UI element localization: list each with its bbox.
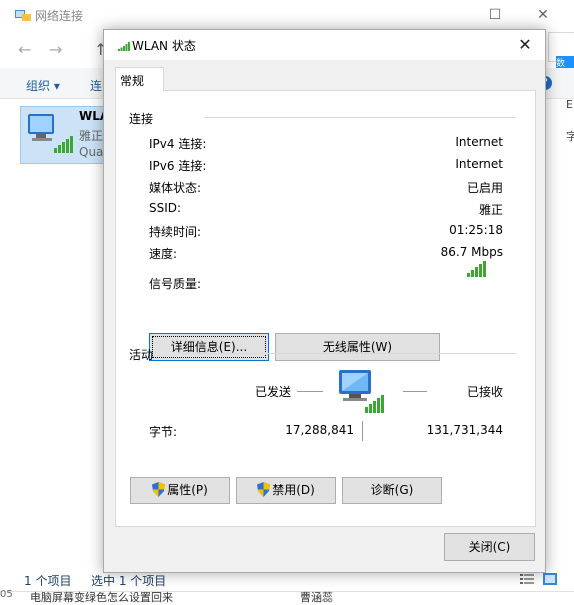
sent-label: 已发送 bbox=[255, 385, 292, 399]
signal-bar bbox=[467, 273, 470, 277]
wireless-properties-label: 无线属性(W) bbox=[322, 340, 393, 354]
signal-strength-icon bbox=[467, 261, 486, 277]
sent-line bbox=[297, 391, 323, 392]
ipv6-label: IPv6 连接: bbox=[149, 159, 207, 173]
close-icon[interactable]: ✕ bbox=[533, 6, 553, 24]
close-button-label: 关闭(C) bbox=[468, 540, 511, 554]
organize-menu[interactable]: 组织 ▾ bbox=[26, 77, 60, 94]
details-button[interactable]: 详细信息(E)... bbox=[149, 333, 269, 361]
wifi-signal-icon bbox=[118, 42, 130, 51]
signal-quality-label: 信号质量: bbox=[149, 277, 202, 291]
taskbar-number: 05 bbox=[0, 589, 13, 600]
speed-value: 86.7 Mbps bbox=[440, 245, 503, 259]
general-panel: 连接 IPv4 连接: Internet IPv6 连接: Internet 媒… bbox=[115, 90, 536, 527]
ipv4-label: IPv4 连接: bbox=[149, 137, 207, 151]
signal-bar bbox=[483, 261, 486, 277]
close-icon[interactable]: ✕ bbox=[514, 35, 536, 55]
side-text: E bbox=[566, 98, 573, 111]
ipv4-value: Internet bbox=[455, 135, 503, 149]
window-title: 网络连接 bbox=[35, 9, 84, 23]
diagnose-button-label: 诊断(G) bbox=[370, 483, 414, 497]
adapter-network: 雅正 bbox=[79, 129, 104, 143]
diagnose-button[interactable]: 诊断(G) bbox=[342, 477, 442, 504]
properties-button[interactable]: 属性(P) bbox=[130, 477, 230, 504]
ssid-label: SSID: bbox=[149, 201, 182, 215]
network-folder-icon bbox=[15, 10, 31, 21]
media-state-value: 已启用 bbox=[466, 181, 503, 195]
properties-button-label: 属性(P) bbox=[167, 483, 208, 497]
signal-bar bbox=[471, 270, 474, 277]
back-arrow-icon[interactable]: ← bbox=[18, 40, 31, 59]
connect-to-menu[interactable]: 连 bbox=[90, 77, 102, 94]
received-line bbox=[403, 391, 427, 392]
taskbar-text: 电脑屏幕变绿色怎么设置回来 bbox=[30, 591, 173, 604]
signal-bar bbox=[479, 264, 482, 277]
bytes-label: 字节: bbox=[149, 425, 178, 439]
adapter-device: Qua bbox=[79, 145, 104, 159]
side-text: 字 bbox=[566, 130, 574, 143]
speed-label: 速度: bbox=[149, 247, 178, 261]
taskbar-text: 曹涵蕊 bbox=[300, 591, 333, 604]
tab-general[interactable]: 常规 bbox=[115, 67, 164, 92]
item-count: 1 个项目 bbox=[24, 574, 72, 588]
ssid-value: 雅正 bbox=[478, 203, 503, 217]
wireless-properties-button[interactable]: 无线属性(W) bbox=[275, 333, 440, 361]
activity-section-title: 活动 bbox=[129, 348, 154, 362]
forward-arrow-icon[interactable]: → bbox=[49, 40, 62, 59]
tab-general-label: 常规 bbox=[120, 74, 145, 88]
media-state-label: 媒体状态: bbox=[149, 181, 202, 195]
dialog-title: WLAN 状态 bbox=[132, 39, 196, 53]
connection-section-title: 连接 bbox=[129, 112, 154, 126]
section-divider bbox=[180, 353, 516, 354]
close-button[interactable]: 关闭(C) bbox=[444, 533, 535, 561]
disable-button-label: 禁用(D) bbox=[272, 483, 315, 497]
received-label: 已接收 bbox=[466, 385, 503, 399]
duration-label: 持续时间: bbox=[149, 225, 202, 239]
uac-shield-icon bbox=[152, 482, 166, 497]
section-divider bbox=[204, 117, 516, 118]
bytes-divider bbox=[362, 421, 363, 441]
duration-value: 01:25:18 bbox=[449, 223, 503, 237]
ipv6-value: Internet bbox=[455, 157, 503, 171]
large-icons-view-icon[interactable] bbox=[543, 573, 557, 585]
bytes-received-value: 131,731,344 bbox=[426, 423, 503, 437]
wireless-adapter-icon bbox=[28, 114, 73, 153]
network-activity-icon bbox=[339, 370, 384, 413]
details-view-icon[interactable] bbox=[520, 573, 534, 585]
bytes-sent-value: 17,288,841 bbox=[285, 423, 354, 437]
signal-bar bbox=[475, 267, 478, 277]
wlan-status-dialog: WLAN 状态 ✕ 常规 连接 IPv4 连接: Internet IPv6 连… bbox=[103, 29, 546, 573]
uac-shield-icon bbox=[257, 482, 271, 497]
selected-count: 选中 1 个项目 bbox=[91, 574, 167, 588]
disable-button[interactable]: 禁用(D) bbox=[236, 477, 336, 504]
restore-button[interactable]: ☐ bbox=[485, 6, 505, 24]
